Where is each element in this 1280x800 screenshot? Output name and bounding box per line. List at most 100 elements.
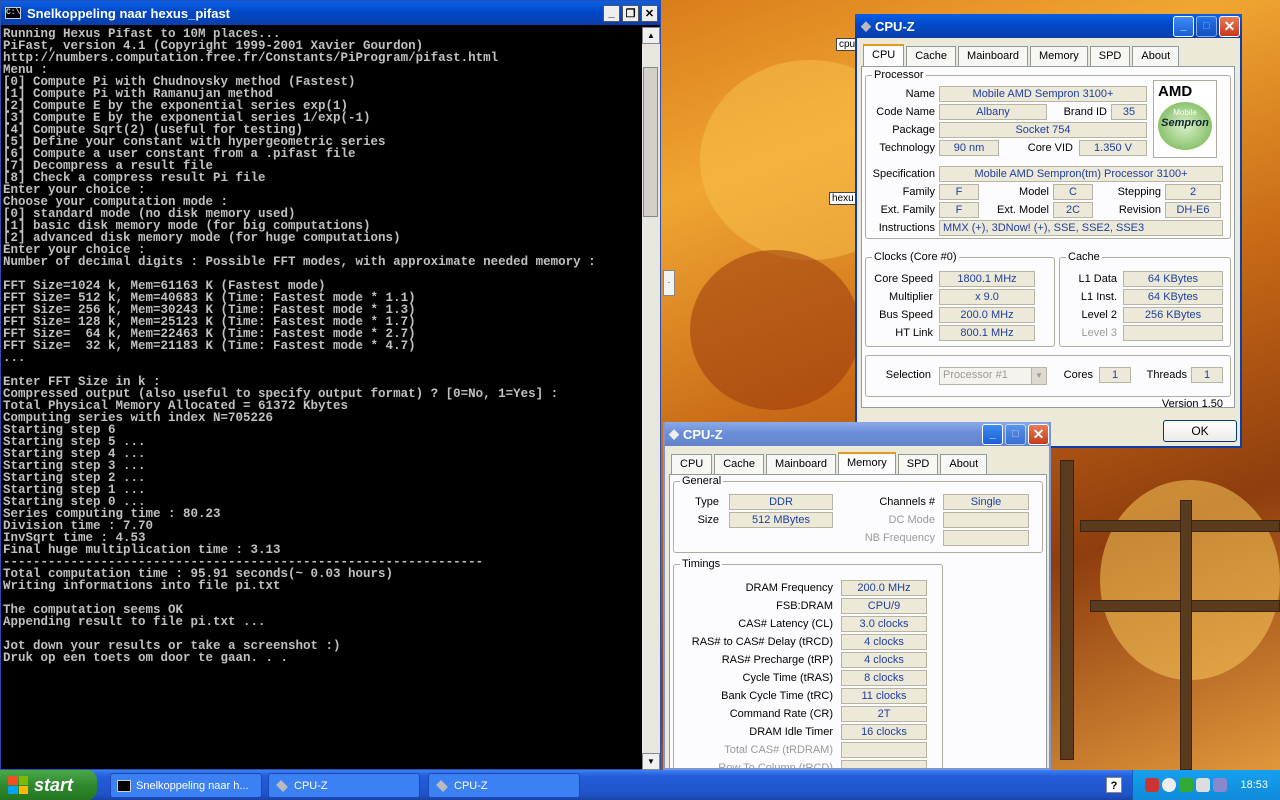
- ext-family-label: Ext. Family: [880, 204, 935, 216]
- splitter-handle[interactable]: ·: [663, 270, 675, 296]
- l1-inst-label: L1 Inst.: [1080, 291, 1117, 303]
- timing-label: DRAM Frequency: [745, 582, 833, 594]
- close-button[interactable]: ✕: [1028, 423, 1049, 445]
- specification-label: Specification: [872, 168, 935, 180]
- cores-label: Cores: [1063, 369, 1093, 381]
- l1-data-label: L1 Data: [1078, 273, 1117, 285]
- tab-about[interactable]: About: [940, 454, 988, 474]
- minimize-button[interactable]: _: [1173, 15, 1194, 37]
- console-scrollbar[interactable]: ▲ ▼: [642, 27, 660, 770]
- tray-power-icon[interactable]: [1213, 778, 1228, 792]
- minimize-button[interactable]: _: [982, 423, 1003, 445]
- logo-name: Sempron: [1161, 117, 1209, 129]
- tab-mainboard[interactable]: Mainboard: [766, 454, 837, 474]
- processor-select[interactable]: Processor #1 ▼: [939, 367, 1047, 385]
- cpuz-title: CPU-Z: [875, 18, 915, 34]
- cpuz-tabs: CPU Cache Mainboard Memory SPD About: [665, 446, 1049, 475]
- group-legend: General: [682, 475, 722, 487]
- timing-value: [841, 760, 927, 768]
- maximize-button[interactable]: ❐: [622, 4, 639, 22]
- cpuz-app-icon: ◆: [861, 18, 871, 33]
- technology-value: 90 nm: [939, 140, 999, 156]
- scroll-up-arrow-icon[interactable]: ▲: [642, 27, 660, 44]
- console-titlebar[interactable]: C:\ Snelkoppeling naar hexus_pifast _ ❐ …: [1, 1, 660, 25]
- bus-speed-label: Bus Speed: [879, 309, 933, 321]
- desktop-icon-label-hexus[interactable]: hexu: [829, 192, 857, 205]
- chevron-down-icon[interactable]: ▼: [1031, 368, 1046, 384]
- taskbar-item-console[interactable]: Snelkoppeling naar h...: [110, 773, 262, 798]
- taskbar-item-label: Snelkoppeling naar h...: [136, 779, 249, 792]
- cores-value: 1: [1099, 367, 1131, 383]
- taskbar-item-cpuz-2[interactable]: CPU-Z: [428, 773, 580, 798]
- scroll-thumb[interactable]: [643, 67, 658, 217]
- cpuz-tabs: CPU Cache Mainboard Memory SPD About: [857, 38, 1240, 67]
- console-line: http://numbers.computation.free.fr/Const…: [3, 51, 499, 65]
- package-value: Socket 754: [939, 122, 1147, 138]
- tray-volume-icon[interactable]: [1196, 778, 1211, 792]
- maximize-button: □: [1005, 423, 1026, 445]
- tab-cache[interactable]: Cache: [714, 454, 765, 474]
- model-label: Model: [1019, 186, 1049, 198]
- minimize-button[interactable]: _: [603, 4, 620, 22]
- console-icon: [117, 779, 131, 792]
- stepping-value: 2: [1165, 184, 1221, 200]
- level2-value: 256 KBytes: [1123, 307, 1223, 323]
- nb-frequency-label: NB Frequency: [864, 532, 935, 544]
- close-button[interactable]: ✕: [641, 4, 658, 22]
- taskbar-item-cpuz-1[interactable]: CPU-Z: [268, 773, 420, 798]
- cpuz-window-memory[interactable]: ◆ CPU-Z _ □ ✕ CPU Cache Mainboard Memory SPD…: [663, 422, 1051, 770]
- tray-network-icon[interactable]: [1145, 778, 1160, 792]
- channels-label: Channels #: [879, 496, 935, 508]
- dc-mode-label: DC Mode: [888, 514, 935, 526]
- close-button[interactable]: ✕: [1219, 15, 1240, 37]
- ext-model-value: 2C: [1053, 202, 1093, 218]
- tab-memory[interactable]: Memory: [838, 452, 896, 475]
- console-line: Druk op een toets om door te gaan. . .: [3, 651, 289, 665]
- timing-label: Bank Cycle Time (tRC): [721, 690, 833, 702]
- core-speed-label: Core Speed: [874, 273, 933, 285]
- help-icon[interactable]: ?: [1106, 777, 1122, 793]
- tray-clock-icon[interactable]: [1162, 778, 1177, 792]
- console-line: Writing informations into file pi.txt: [3, 579, 281, 593]
- cpuz-titlebar[interactable]: ◆ CPU-Z _ □ ✕: [855, 14, 1242, 38]
- size-label: Size: [697, 514, 719, 526]
- console-output[interactable]: Running Hexus Pifast to 10M places... PiF…: [3, 28, 641, 768]
- level3-label: Level 3: [1081, 327, 1117, 339]
- tab-cache[interactable]: Cache: [906, 46, 957, 66]
- codename-label: Code Name: [876, 106, 935, 118]
- revision-label: Revision: [1118, 204, 1161, 216]
- selection-label: Selection: [885, 369, 931, 381]
- tab-about[interactable]: About: [1132, 46, 1180, 66]
- cpuz-title: CPU-Z: [683, 426, 723, 442]
- tab-spd[interactable]: SPD: [897, 454, 939, 474]
- amd-sempron-logo: AMD Mobile Sempron: [1153, 80, 1217, 158]
- revision-value: DH-E6: [1165, 202, 1221, 218]
- model-value: C: [1053, 184, 1093, 200]
- tab-cpu[interactable]: CPU: [863, 44, 905, 67]
- taskbar-item-label: CPU-Z: [454, 779, 488, 792]
- ok-button[interactable]: OK: [1163, 420, 1237, 442]
- tab-memory[interactable]: Memory: [1030, 46, 1088, 66]
- scroll-down-arrow-icon[interactable]: ▼: [642, 753, 660, 770]
- dc-mode-value: [943, 512, 1029, 528]
- group-legend: Clocks (Core #0): [874, 251, 957, 263]
- timing-value: 11 clocks: [841, 688, 927, 704]
- console-window[interactable]: C:\ Snelkoppeling naar hexus_pifast _ ❐ …: [0, 0, 661, 770]
- start-button[interactable]: start: [0, 770, 97, 800]
- cpuz-titlebar[interactable]: ◆ CPU-Z _ □ ✕: [665, 422, 1049, 446]
- level2-label: Level 2: [1081, 309, 1117, 321]
- threads-label: Threads: [1146, 369, 1187, 381]
- tray-shield-icon[interactable]: [1179, 778, 1194, 792]
- cpuz-window-cpu[interactable]: ◆ CPU-Z _ □ ✕ CPU Cache Mainboard Memory SPD…: [855, 14, 1242, 448]
- timing-value: [841, 742, 927, 758]
- tab-cpu[interactable]: CPU: [671, 454, 713, 474]
- level3-value: [1123, 325, 1223, 341]
- tab-mainboard[interactable]: Mainboard: [958, 46, 1029, 66]
- tab-spd[interactable]: SPD: [1089, 46, 1131, 66]
- console-title: Snelkoppeling naar hexus_pifast: [27, 5, 230, 21]
- ht-link-value: 800.1 MHz: [939, 325, 1035, 341]
- timing-label: Cycle Time (tRAS): [742, 672, 833, 684]
- windows-flag-icon: [8, 776, 28, 794]
- bus-speed-value: 200.0 MHz: [939, 307, 1035, 323]
- console-line: FFT Size= 32 k, Mem=21183 K (Time: Faste…: [3, 339, 416, 353]
